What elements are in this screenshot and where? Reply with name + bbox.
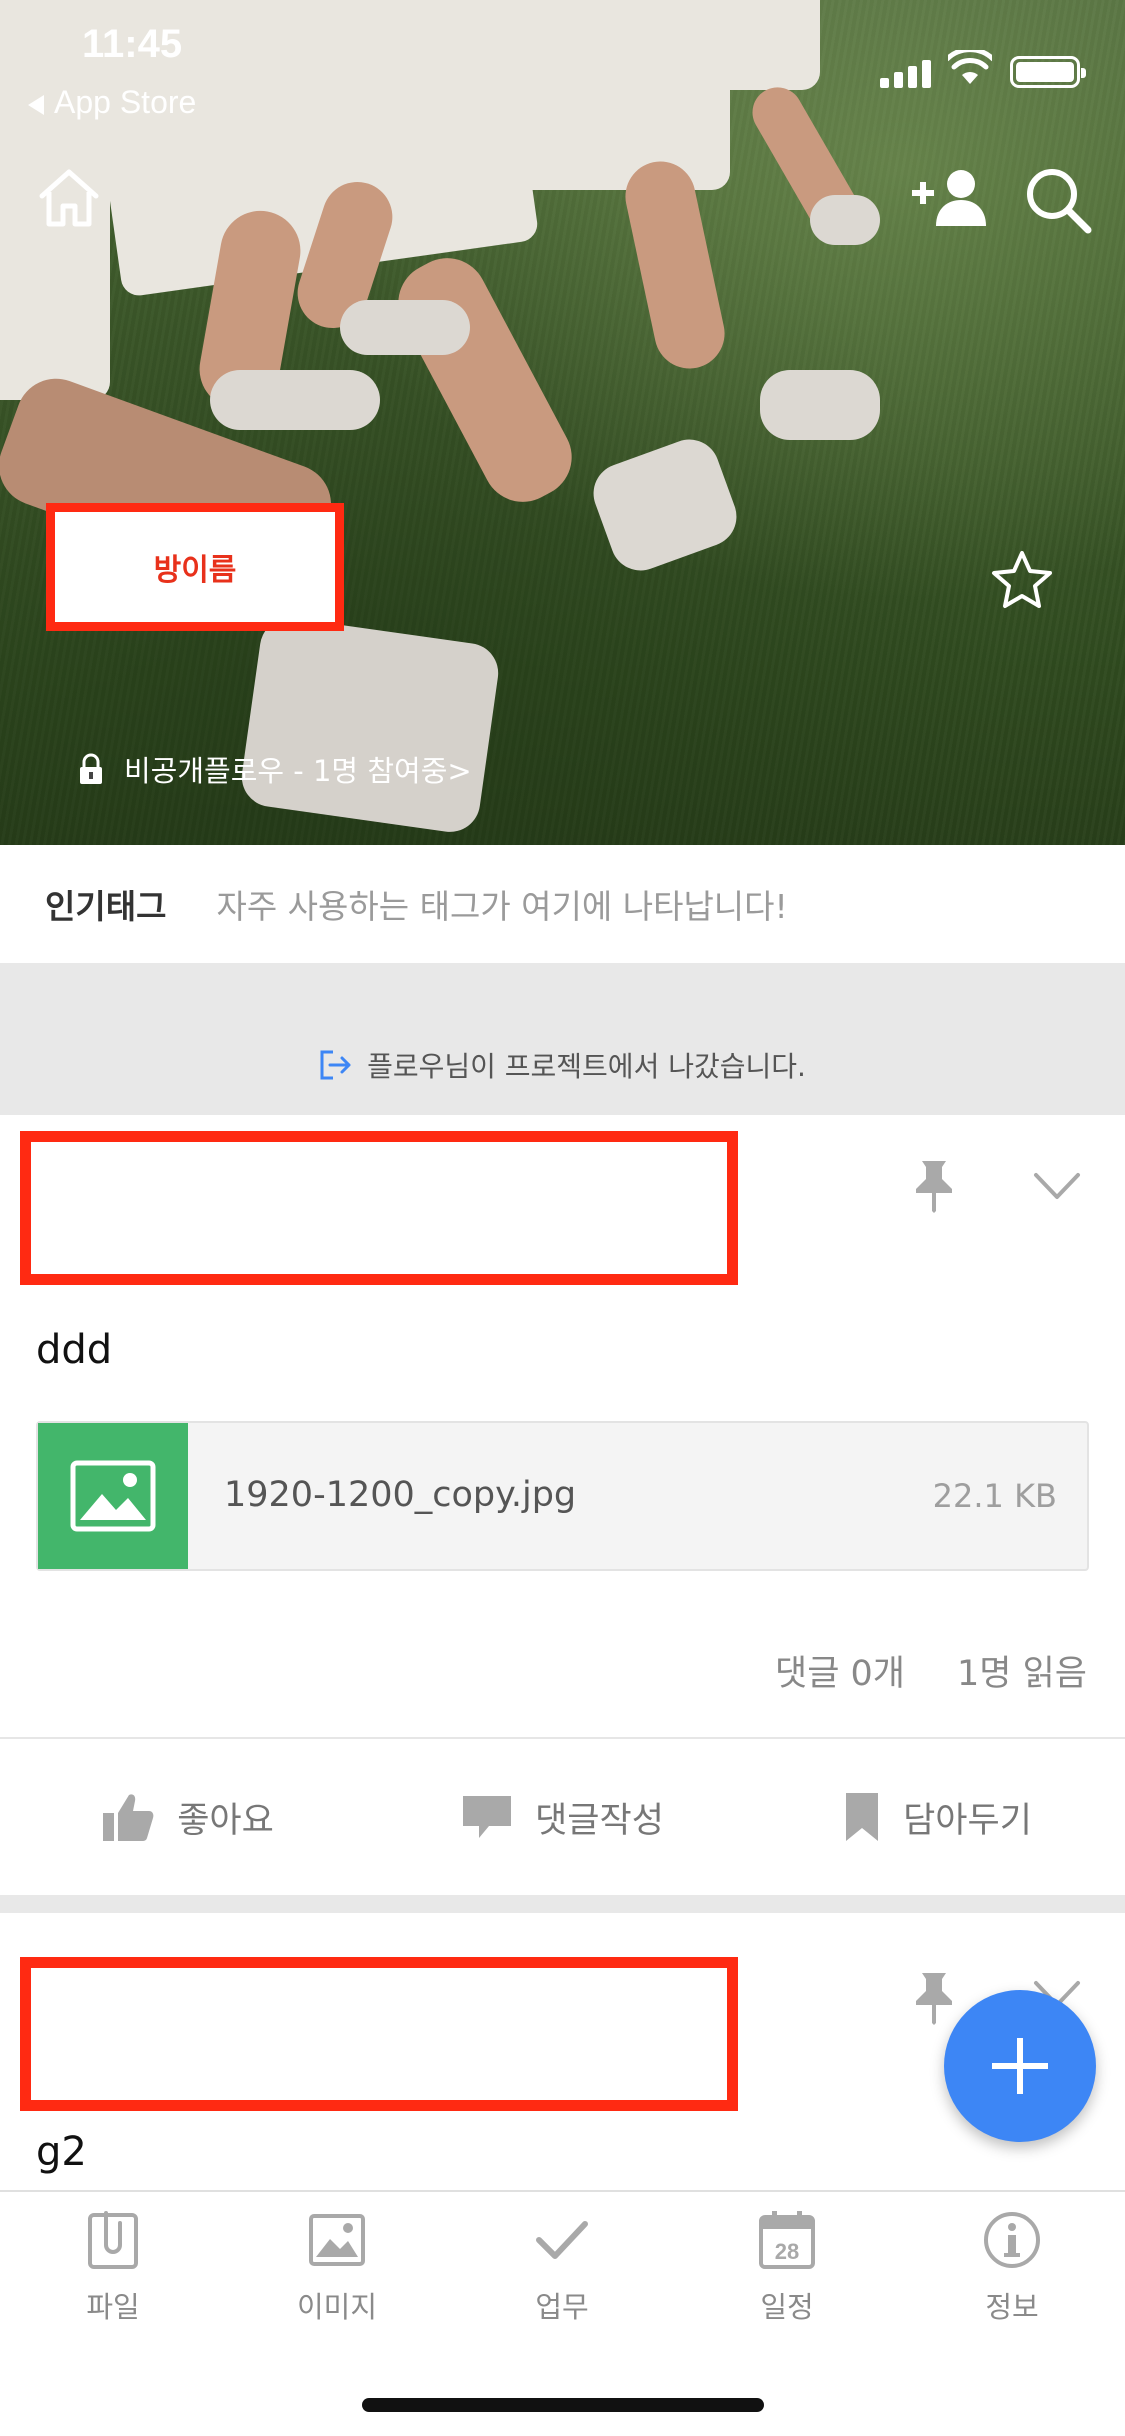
post-meta: 댓글 0개 1명 읽음 <box>775 1645 1087 1696</box>
post-actions: 좋아요 댓글작성 담아두기 <box>0 1739 1125 1895</box>
paperclip-icon <box>88 2211 138 2269</box>
back-to-app-link[interactable]: App Store <box>28 84 196 121</box>
bookmark-label: 담아두기 <box>903 1800 1032 1841</box>
add-post-button[interactable] <box>944 1990 1096 2142</box>
tab-schedule[interactable]: 28 일정 <box>697 2206 877 2326</box>
thumbs-up-icon <box>103 1794 154 1841</box>
popular-tags-placeholder: 자주 사용하는 태그가 여기에 나타납니다! <box>216 887 788 926</box>
status-bar: 11:45 App Store <box>0 0 1125 132</box>
bookmark-button[interactable]: 담아두기 <box>750 1739 1125 1895</box>
post-author-header <box>20 1131 738 1285</box>
wifi-icon <box>948 50 992 84</box>
tab-images-label: 이미지 <box>296 2290 378 2324</box>
pin-icon[interactable] <box>910 1157 958 1213</box>
chevron-down-icon[interactable] <box>1032 1169 1082 1203</box>
like-label: 좋아요 <box>177 1800 274 1841</box>
like-button[interactable]: 좋아요 <box>0 1739 375 1895</box>
info-icon <box>984 2212 1040 2268</box>
room-info[interactable]: 비공개플로우 - 1명 참여중> <box>78 748 472 790</box>
calendar-day: 28 <box>775 2239 799 2264</box>
attachment-filename: 1920-1200_copy.jpg <box>224 1475 577 1515</box>
room-name[interactable]: 방이름 <box>46 503 344 631</box>
post-separator <box>0 1895 1125 1913</box>
popular-tags-title: 인기태그 <box>45 887 167 926</box>
lock-icon <box>80 753 102 784</box>
home-indicator <box>362 2398 764 2412</box>
file-attachment[interactable]: 1920-1200_copy.jpg 22.1 KB <box>36 1421 1089 1571</box>
bookmark-icon <box>846 1793 879 1841</box>
plus-icon <box>992 2038 1048 2094</box>
feed-background <box>0 963 1125 1115</box>
comment-bubble-icon <box>463 1796 512 1838</box>
back-app-label: App Store <box>54 84 197 120</box>
room-info-label: 비공개플로우 - 1명 참여중> <box>124 754 472 788</box>
write-comment-label: 댓글작성 <box>535 1800 664 1841</box>
write-comment-button[interactable]: 댓글작성 <box>375 1739 750 1895</box>
comment-count[interactable]: 댓글 0개 <box>775 1645 905 1696</box>
popular-tags-bar: 인기태그 자주 사용하는 태그가 여기에 나타납니다! <box>0 845 1125 963</box>
image-file-icon <box>38 1423 188 1569</box>
tab-info[interactable]: 정보 <box>922 2206 1102 2326</box>
tab-schedule-label: 일정 <box>760 2290 814 2324</box>
status-time: 11:45 <box>82 22 183 66</box>
tab-images[interactable]: 이미지 <box>247 2206 427 2326</box>
back-arrow-icon <box>28 94 44 115</box>
post-author-header <box>20 1957 738 2111</box>
post-body-text: ddd <box>36 1327 113 1373</box>
post-card: ddd 1920-1200_copy.jpg 22.1 KB 댓글 0개 1명 … <box>0 1115 1125 1895</box>
post-body-text: g2 <box>36 2129 87 2175</box>
read-count[interactable]: 1명 읽음 <box>957 1645 1087 1696</box>
exit-icon <box>320 1050 351 1080</box>
pin-icon[interactable] <box>910 1969 958 2025</box>
cover-photo: 11:45 App Store 방이름 비공개플로우 - 1명 참여중> <box>0 0 1125 845</box>
system-notice: 플로우님이 프로젝트에서 나갔습니다. <box>0 1045 1125 1085</box>
search-icon[interactable] <box>1022 164 1094 236</box>
favorite-star-icon[interactable] <box>990 548 1054 612</box>
home-icon[interactable] <box>36 166 102 230</box>
checkmark-icon <box>536 2221 588 2259</box>
image-icon <box>309 2214 365 2266</box>
tab-tasks[interactable]: 업무 <box>472 2206 652 2326</box>
attachment-size: 22.1 KB <box>932 1477 1057 1515</box>
tab-tasks-label: 업무 <box>535 2290 589 2324</box>
system-notice-text: 플로우님이 프로젝트에서 나갔습니다. <box>367 1050 806 1083</box>
calendar-icon: 28 <box>759 2211 815 2269</box>
signal-icon <box>880 58 932 88</box>
tab-files[interactable]: 파일 <box>23 2206 203 2326</box>
tab-files-label: 파일 <box>86 2290 140 2324</box>
add-member-icon[interactable] <box>906 166 990 230</box>
tab-info-label: 정보 <box>985 2290 1039 2324</box>
battery-icon <box>1010 56 1086 88</box>
